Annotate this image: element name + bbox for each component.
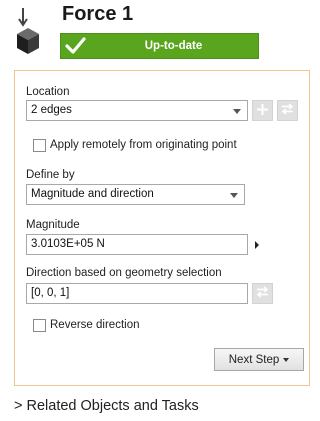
apply-remote-checkbox[interactable]	[33, 139, 46, 152]
reverse-direction-checkbox[interactable]	[33, 319, 46, 332]
location-value: 2 edges	[31, 104, 72, 116]
caret-down-icon	[283, 357, 290, 362]
location-label: Location	[26, 86, 70, 98]
magnitude-label: Magnitude	[26, 219, 80, 231]
next-step-button[interactable]: Next Step	[214, 348, 304, 371]
apply-remote-label: Apply remotely from originating point	[50, 139, 237, 151]
status-label: Up-to-date	[144, 40, 203, 52]
direction-value: [0, 0, 1]	[31, 287, 70, 299]
swap-location-button[interactable]	[277, 100, 298, 121]
force-feature-icon	[14, 6, 42, 56]
swap-direction-button[interactable]	[252, 283, 273, 304]
magnitude-value: 3.0103E+05 N	[31, 238, 105, 250]
next-step-label: Next Step	[228, 353, 280, 366]
related-objects-link[interactable]: > Related Objects and Tasks	[14, 398, 199, 414]
direction-label: Direction based on geometry selection	[26, 267, 222, 279]
checkmark-icon	[64, 36, 86, 56]
direction-input[interactable]: [0, 0, 1]	[26, 283, 248, 304]
define-by-label: Define by	[26, 169, 75, 181]
define-by-select[interactable]: Magnitude and direction	[26, 184, 245, 205]
define-by-value: Magnitude and direction	[31, 188, 154, 200]
swap-icon	[256, 285, 269, 303]
flyout-arrow-icon[interactable]	[255, 241, 259, 249]
dropdown-arrow-icon	[230, 193, 238, 198]
plus-icon	[257, 102, 268, 120]
feature-title: Force 1	[62, 3, 134, 25]
dropdown-arrow-icon	[233, 109, 241, 114]
reverse-direction-label: Reverse direction	[50, 319, 140, 331]
swap-icon	[281, 102, 294, 120]
status-badge: Up-to-date	[60, 33, 259, 59]
magnitude-input[interactable]: 3.0103E+05 N	[26, 234, 248, 255]
add-location-button[interactable]	[252, 100, 273, 121]
location-select[interactable]: 2 edges	[26, 100, 248, 121]
